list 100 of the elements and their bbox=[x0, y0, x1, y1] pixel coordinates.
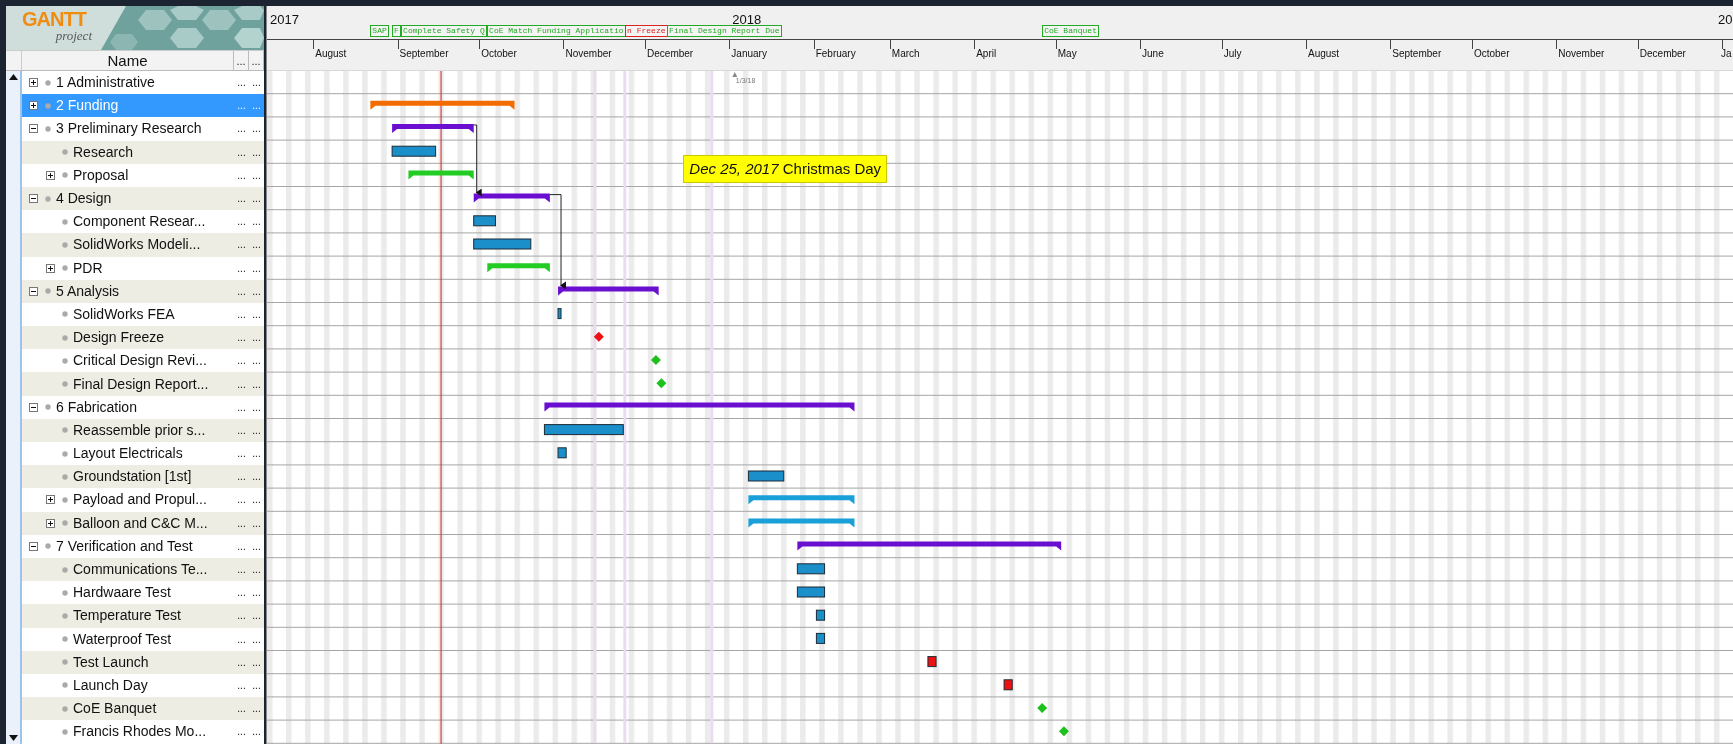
task-cell-text: ... bbox=[236, 261, 247, 276]
task-cell-text: ... bbox=[251, 215, 262, 230]
task-row[interactable]: Temperature Test ... ... bbox=[22, 604, 264, 628]
expand-icon[interactable] bbox=[45, 518, 55, 528]
task-bar[interactable] bbox=[927, 656, 937, 668]
milestone-flag: Final Design Report Due bbox=[667, 25, 782, 37]
task-row[interactable]: 1 Administrative ... ... bbox=[22, 71, 264, 95]
task-name: Launch Day bbox=[72, 675, 149, 695]
task-row[interactable]: Waterproof Test ... ... bbox=[22, 627, 264, 651]
column-header[interactable]: ... bbox=[249, 51, 264, 70]
task-name: 4 Design bbox=[55, 189, 113, 209]
summary-bar[interactable] bbox=[797, 541, 1062, 551]
task-row[interactable]: Final Design Report... ... ... bbox=[22, 372, 264, 396]
task-cell-text: ... bbox=[251, 678, 262, 693]
task-row[interactable]: Launch Day ... ... bbox=[22, 673, 264, 698]
task-row[interactable]: Hardwaare Test ... ... bbox=[22, 581, 264, 605]
milestone-diamond[interactable] bbox=[593, 331, 604, 342]
summary-bar[interactable] bbox=[558, 286, 659, 296]
task-row[interactable]: 5 Analysis ... ... bbox=[22, 279, 264, 303]
collapse-icon[interactable] bbox=[28, 541, 38, 551]
task-cell-text: ... bbox=[251, 493, 262, 508]
summary-bar[interactable] bbox=[544, 402, 855, 412]
task-cell-text: ... bbox=[251, 447, 262, 462]
bullet-icon bbox=[62, 473, 68, 480]
task-row[interactable]: Communications Te... ... ... bbox=[22, 557, 264, 582]
task-bar[interactable] bbox=[815, 609, 826, 621]
bullet-icon bbox=[62, 265, 68, 272]
month-label: September bbox=[1392, 47, 1442, 61]
column-header[interactable]: ... bbox=[234, 51, 249, 70]
task-row[interactable]: 6 Fabrication ... ... bbox=[22, 395, 264, 419]
collapse-icon[interactable] bbox=[28, 124, 38, 134]
task-row[interactable]: SolidWorks FEA ... ... bbox=[22, 302, 264, 327]
task-cell-text: ... bbox=[236, 284, 247, 299]
task-row[interactable]: 3 Preliminary Research ... ... bbox=[22, 117, 264, 141]
task-row[interactable]: Reassemble prior s... ... ... bbox=[22, 418, 264, 442]
task-cell-text: ... bbox=[251, 586, 262, 601]
task-row[interactable]: Design Freeze ... ... bbox=[22, 326, 264, 350]
collapse-icon[interactable] bbox=[28, 286, 38, 296]
collapse-icon[interactable] bbox=[28, 402, 38, 412]
task-cell-text: ... bbox=[236, 331, 247, 346]
milestone-flag: Complete Safety Q bbox=[401, 25, 487, 37]
task-cell-text: ... bbox=[236, 725, 247, 740]
task-bar[interactable] bbox=[557, 308, 562, 320]
task-row[interactable]: 4 Design ... ... bbox=[22, 186, 264, 211]
month-label: June bbox=[1142, 47, 1164, 61]
task-name: Design Freeze bbox=[72, 328, 166, 348]
task-row[interactable]: Balloon and C&C M... ... ... bbox=[22, 511, 264, 535]
scroll-down-icon[interactable] bbox=[8, 735, 18, 741]
bullet-icon bbox=[62, 241, 68, 248]
task-bar[interactable] bbox=[815, 632, 826, 644]
task-cell-text: ... bbox=[251, 423, 262, 438]
summary-bar[interactable] bbox=[473, 193, 550, 203]
task-cell-text: ... bbox=[236, 470, 247, 485]
task-bar[interactable] bbox=[543, 424, 624, 436]
expand-icon[interactable] bbox=[28, 78, 38, 88]
task-row[interactable]: Component Resear... ... ... bbox=[22, 210, 264, 234]
month-label: March bbox=[891, 47, 920, 61]
task-row[interactable]: Layout Electricals ... ... bbox=[22, 442, 264, 466]
task-row[interactable]: SolidWorks Modeli... ... ... bbox=[22, 233, 264, 257]
bullet-icon bbox=[62, 589, 68, 596]
task-cell-text: ... bbox=[236, 609, 247, 624]
task-bar[interactable] bbox=[473, 215, 496, 227]
task-row[interactable]: PDR ... ... bbox=[22, 256, 264, 280]
milestone-flag: n Freeze bbox=[625, 25, 668, 37]
task-row[interactable]: Francis Rhodes Mo... ... ... bbox=[22, 720, 264, 744]
bullet-icon bbox=[62, 636, 68, 643]
bullet-icon bbox=[45, 288, 51, 295]
task-cell-text: ... bbox=[251, 725, 262, 740]
task-row[interactable]: 7 Verification and Test ... ... bbox=[22, 534, 264, 558]
task-row[interactable]: Critical Design Revi... ... ... bbox=[22, 349, 264, 373]
task-bar[interactable] bbox=[391, 145, 437, 157]
task-bar[interactable] bbox=[1003, 679, 1013, 691]
task-bar[interactable] bbox=[796, 586, 826, 598]
task-bar[interactable] bbox=[747, 470, 785, 482]
task-row[interactable]: Proposal ... ... bbox=[22, 163, 264, 187]
month-label: October bbox=[1473, 47, 1510, 61]
column-header[interactable]: Name bbox=[22, 51, 234, 70]
task-row[interactable]: CoE Banquet ... ... bbox=[22, 697, 264, 721]
scroll-up-icon[interactable] bbox=[8, 74, 18, 80]
task-row[interactable]: Research ... ... bbox=[22, 140, 264, 164]
summary-bar[interactable] bbox=[392, 124, 474, 133]
scrollbar[interactable] bbox=[6, 71, 22, 744]
task-bar[interactable] bbox=[796, 563, 826, 575]
task-name: 2 Funding bbox=[55, 96, 120, 116]
expand-icon[interactable] bbox=[45, 263, 55, 273]
task-row[interactable]: Test Launch ... ... bbox=[22, 650, 264, 674]
expand-icon[interactable] bbox=[28, 101, 38, 111]
task-cell-text: ... bbox=[251, 238, 262, 253]
task-name: Balloon and C&C M... bbox=[72, 513, 209, 533]
expand-icon[interactable] bbox=[45, 495, 55, 505]
month-label: February bbox=[815, 47, 856, 61]
task-row[interactable]: Groundstation [1st] ... ... bbox=[22, 465, 264, 489]
expand-icon[interactable] bbox=[45, 170, 55, 180]
collapse-icon[interactable] bbox=[28, 194, 38, 204]
task-bar[interactable] bbox=[557, 447, 567, 459]
task-cell-text: ... bbox=[251, 354, 262, 369]
task-cell-text: ... bbox=[236, 215, 247, 230]
task-name: Reassemble prior s... bbox=[72, 420, 207, 440]
task-row[interactable]: Payload and Propul... ... ... bbox=[22, 488, 264, 512]
task-cell-text: ... bbox=[236, 377, 247, 392]
